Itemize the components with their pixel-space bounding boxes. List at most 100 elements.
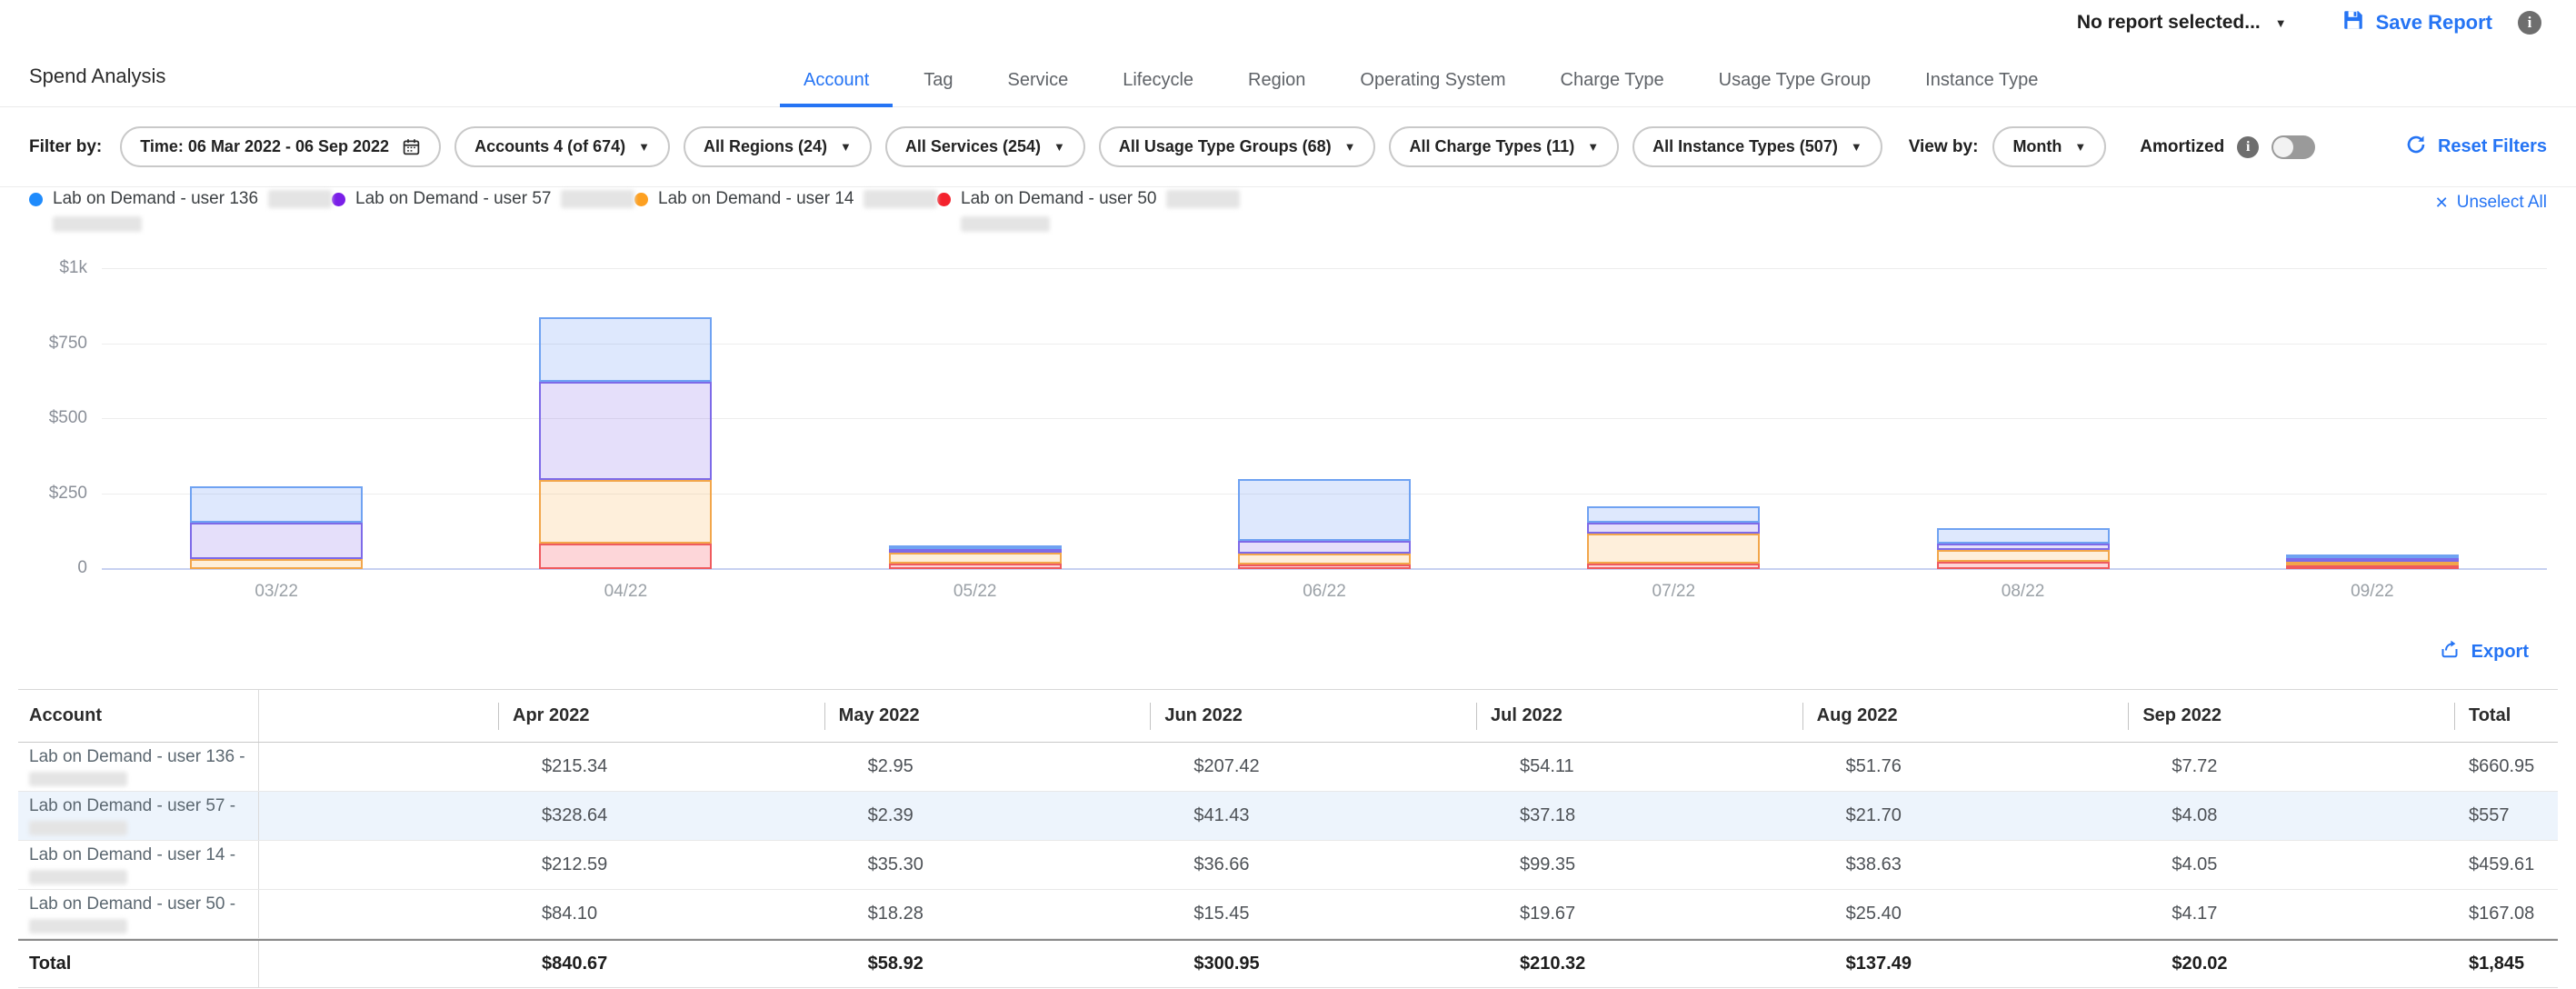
bar-segment-lab-on-demand-user-136-06-22[interactable] [1238, 479, 1411, 541]
legend-dot-icon [29, 193, 43, 206]
tab-charge-type[interactable]: Charge Type [1537, 70, 1688, 107]
column-header-aug-2022[interactable]: Aug 2022 [1802, 705, 2129, 726]
close-icon: ✕ [2435, 194, 2449, 213]
table-row[interactable]: Lab on Demand - user 14 -$212.59$35.30$3… [18, 841, 2558, 890]
info-icon[interactable]: i [2518, 11, 2541, 35]
legend-item-lab-on-demand-user-57[interactable]: Lab on Demand - user 57 [332, 189, 634, 209]
top-bar: No report selected... ▼ Save Report i [0, 0, 2576, 45]
bar-segment-lab-on-demand-user-136-04-22[interactable] [539, 317, 712, 382]
account-cell: Lab on Demand - user 136 - [18, 743, 259, 791]
bar-segment-lab-on-demand-user-136-07-22[interactable] [1587, 506, 1760, 523]
filter-pill-all-regions[interactable]: All Regions (24)▼ [684, 126, 872, 167]
table-row[interactable]: Lab on Demand - user 50 -$84.10$18.28$15… [18, 890, 2558, 939]
column-header-apr-2022[interactable]: Apr 2022 [498, 705, 824, 726]
value-cell: $38.63 [1802, 854, 2129, 875]
view-by-label: View by: [1909, 137, 1979, 157]
x-axis-tick-label: 07/22 [1652, 582, 1696, 602]
filter-pill-label: Time: 06 Mar 2022 - 06 Sep 2022 [140, 137, 389, 156]
x-axis-tick-label: 09/22 [2351, 582, 2394, 602]
view-by-dropdown[interactable]: Month ▼ [1992, 126, 2106, 167]
filter-pill-all-charge-types[interactable]: All Charge Types (11)▼ [1389, 126, 1619, 167]
total-value-cell: $210.32 [1476, 954, 1802, 974]
filter-by-label: Filter by: [29, 137, 102, 157]
filter-pill-label: All Services (254) [905, 137, 1041, 156]
value-cell: $54.11 [1476, 756, 1802, 777]
bar-segment-lab-on-demand-user-50-05-22[interactable] [889, 564, 1062, 569]
tab-account[interactable]: Account [780, 70, 893, 107]
page-title: Spend Analysis [29, 65, 165, 88]
bar-segment-lab-on-demand-user-57-07-22[interactable] [1587, 523, 1760, 534]
column-header-jul-2022[interactable]: Jul 2022 [1476, 705, 1802, 726]
filter-pill-label: All Regions (24) [704, 137, 827, 156]
view-by-value: Month [2012, 137, 2062, 156]
bar-07-22 [1587, 506, 1760, 569]
legend-item-lab-on-demand-user-50[interactable]: Lab on Demand - user 50 [937, 189, 1240, 232]
bar-segment-lab-on-demand-user-14-03-22[interactable] [190, 559, 363, 569]
tab-tag[interactable]: Tag [900, 70, 976, 107]
tab-region[interactable]: Region [1224, 70, 1329, 107]
export-button[interactable]: Export [2439, 638, 2529, 665]
column-header-jun-2022[interactable]: Jun 2022 [1150, 705, 1476, 726]
filter-pill-all-services[interactable]: All Services (254)▼ [885, 126, 1085, 167]
reset-filters-label: Reset Filters [2438, 136, 2547, 157]
bar-04-22 [539, 317, 712, 569]
legend-item-lab-on-demand-user-14[interactable]: Lab on Demand - user 14 [634, 189, 937, 209]
amortized-toggle[interactable] [2271, 135, 2315, 159]
gridline-1000 [102, 268, 2547, 269]
legend-item-lab-on-demand-user-136[interactable]: Lab on Demand - user 136 [29, 189, 332, 232]
tab-lifecycle[interactable]: Lifecycle [1099, 70, 1217, 107]
save-report-button[interactable]: Save Report [2341, 8, 2492, 37]
redacted-text [864, 190, 937, 208]
value-cell: $41.43 [1150, 805, 1476, 826]
info-icon[interactable]: i [2237, 136, 2259, 158]
tab-operating-system[interactable]: Operating System [1336, 70, 1529, 107]
value-cell: $167.08 [2454, 904, 2558, 924]
bar-segment-lab-on-demand-user-57-04-22[interactable] [539, 382, 712, 480]
bar-segment-lab-on-demand-user-14-08-22[interactable] [1937, 550, 2110, 562]
bar-segment-lab-on-demand-user-136-08-22[interactable] [1937, 528, 2110, 544]
bar-segment-lab-on-demand-user-14-05-22[interactable] [889, 553, 1062, 564]
table-row[interactable]: Lab on Demand - user 57 -$328.64$2.39$41… [18, 792, 2558, 841]
bar-segment-lab-on-demand-user-50-04-22[interactable] [539, 544, 712, 569]
unselect-all-button[interactable]: ✕ Unselect All [2435, 193, 2547, 213]
caret-down-icon: ▼ [2275, 17, 2287, 29]
column-header-may-2022[interactable]: May 2022 [824, 705, 1151, 726]
filter-pill-label: All Charge Types (11) [1409, 137, 1574, 156]
legend-item-label: Lab on Demand - user 136 [53, 189, 258, 209]
value-cell: $212.59 [498, 854, 824, 875]
filter-pill-all-instance-types[interactable]: All Instance Types (507)▼ [1632, 126, 1882, 167]
filter-pill-time[interactable]: Time: 06 Mar 2022 - 06 Sep 2022 [120, 126, 441, 167]
export-label: Export [2471, 642, 2529, 663]
tab-instance-type[interactable]: Instance Type [1902, 70, 2062, 107]
tab-usage-type-group[interactable]: Usage Type Group [1695, 70, 1895, 107]
bar-03-22 [190, 486, 363, 569]
filter-pill-all-usage-type-groups[interactable]: All Usage Type Groups (68)▼ [1099, 126, 1376, 167]
legend-dot-icon [937, 193, 951, 206]
value-cell: $459.61 [2454, 854, 2558, 875]
column-header-total[interactable]: Total [2454, 705, 2558, 726]
bar-segment-lab-on-demand-user-57-06-22[interactable] [1238, 541, 1411, 554]
bar-segment-lab-on-demand-user-14-06-22[interactable] [1238, 554, 1411, 564]
column-header-account[interactable]: Account [18, 690, 259, 742]
account-cell: Lab on Demand - user 57 - [18, 792, 259, 840]
bar-segment-lab-on-demand-user-50-08-22[interactable] [1937, 562, 2110, 569]
report-selector-dropdown[interactable]: No report selected... ▼ [2077, 12, 2287, 34]
filter-pill-accounts-4[interactable]: Accounts 4 (of 674)▼ [454, 126, 670, 167]
bar-segment-lab-on-demand-user-57-08-22[interactable] [1937, 544, 2110, 550]
tab-service[interactable]: Service [984, 70, 1093, 107]
value-cell: $2.39 [824, 805, 1151, 826]
bar-segment-lab-on-demand-user-136-03-22[interactable] [190, 486, 363, 523]
refresh-icon [2405, 134, 2427, 161]
bar-segment-lab-on-demand-user-14-07-22[interactable] [1587, 534, 1760, 564]
bar-segment-lab-on-demand-user-50-06-22[interactable] [1238, 564, 1411, 569]
bar-segment-lab-on-demand-user-14-04-22[interactable] [539, 480, 712, 544]
column-header-sep-2022[interactable]: Sep 2022 [2128, 705, 2454, 726]
bar-segment-lab-on-demand-user-50-09-22[interactable] [2286, 565, 2459, 569]
value-cell: $557 [2454, 805, 2558, 826]
reset-filters-button[interactable]: Reset Filters [2405, 134, 2547, 161]
bar-segment-lab-on-demand-user-50-07-22[interactable] [1587, 564, 1760, 569]
table-row[interactable]: Lab on Demand - user 136 -$215.34$2.95$2… [18, 743, 2558, 792]
x-axis-tick-label: 03/22 [255, 582, 298, 602]
bar-segment-lab-on-demand-user-57-03-22[interactable] [190, 523, 363, 559]
x-axis-tick-label: 06/22 [1303, 582, 1346, 602]
